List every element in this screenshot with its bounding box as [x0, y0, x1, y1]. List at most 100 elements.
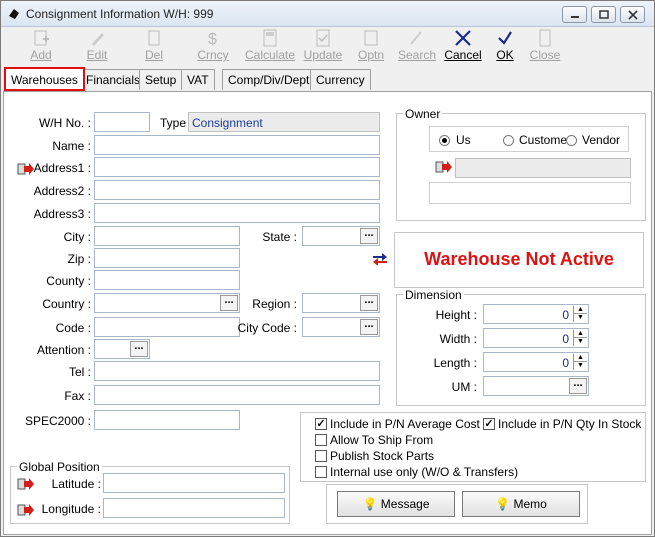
attention-field[interactable]: ...	[94, 339, 150, 359]
country-lookup-button[interactable]: ...	[220, 295, 238, 311]
longitude-label: Longitude :	[41, 502, 101, 516]
minimize-button[interactable]	[562, 6, 587, 23]
tel-label: Tel :	[68, 365, 91, 379]
internal-use-checkbox[interactable]	[315, 466, 327, 478]
latitude-arrow-icon[interactable]	[17, 477, 35, 491]
global-position-group: Global Position Latitude : Longitude :	[10, 460, 290, 524]
ok-button[interactable]: OK	[491, 28, 519, 66]
latitude-field[interactable]	[103, 473, 285, 493]
address2-field[interactable]	[94, 180, 380, 200]
owner-title: Owner	[403, 107, 443, 121]
owner-vendor-radio[interactable]	[566, 135, 577, 146]
city-field[interactable]	[94, 226, 240, 246]
tab-setup[interactable]: Setup	[139, 69, 183, 90]
crncy-button[interactable]: $ Crncy	[191, 28, 235, 66]
address3-field[interactable]	[94, 203, 380, 223]
lightbulb-icon: 💡	[362, 497, 378, 511]
address-lookup-arrow-icon[interactable]	[17, 162, 35, 176]
maximize-button[interactable]	[591, 6, 616, 23]
swap-arrows-icon[interactable]	[371, 251, 389, 265]
address1-label: Address1 :	[33, 161, 91, 175]
allow-ship-label: Allow To Ship From	[330, 433, 434, 447]
tab-strip: Warehouses Financials Setup VAT Comp/Div…	[1, 67, 654, 91]
latitude-label: Latitude :	[51, 477, 101, 491]
avg-cost-checkbox[interactable]: ✓	[315, 418, 327, 430]
update-icon	[316, 29, 330, 47]
owner-vendor-label: Vendor	[582, 133, 621, 147]
door-icon	[539, 29, 551, 47]
message-button[interactable]: 💡 Message	[337, 491, 455, 517]
state-lookup-button[interactable]: ...	[360, 228, 378, 244]
warehouse-status: Warehouse Not Active	[394, 232, 644, 288]
city-code-field[interactable]: ...	[302, 317, 380, 337]
height-stepper[interactable]: 0 ▲ ▼	[483, 304, 589, 324]
tab-currency[interactable]: Currency	[310, 69, 371, 90]
maximize-icon	[599, 10, 609, 19]
memo-button[interactable]: 💡 Memo	[462, 491, 580, 517]
address2-label: Address2 :	[33, 184, 91, 198]
zip-field[interactable]	[94, 248, 240, 268]
longitude-field[interactable]	[103, 498, 285, 518]
optn-button[interactable]: Optn	[353, 28, 389, 66]
city-code-label: City Code :	[237, 321, 297, 335]
width-stepper[interactable]: 0 ▲ ▼	[483, 328, 589, 348]
owner-customer-radio[interactable]	[503, 135, 514, 146]
warehouses-panel: W/H No. : Type Consignment Name : Addres…	[3, 91, 652, 535]
um-field[interactable]: ...	[483, 376, 589, 396]
dimension-title: Dimension	[403, 288, 464, 302]
width-spin[interactable]: ▲ ▼	[573, 330, 587, 346]
spec2000-label: SPEC2000 :	[24, 414, 91, 428]
region-field[interactable]: ...	[302, 293, 380, 313]
longitude-arrow-icon[interactable]	[17, 503, 35, 517]
code-field[interactable]	[94, 317, 240, 337]
calculate-button[interactable]: Calculate	[244, 28, 296, 66]
length-spin[interactable]: ▲ ▼	[573, 354, 587, 370]
del-button[interactable]: Del	[134, 28, 174, 66]
add-button[interactable]: Add	[21, 28, 61, 66]
delete-icon	[148, 30, 160, 46]
search-button[interactable]: Search	[397, 28, 437, 66]
city-code-lookup-button[interactable]: ...	[360, 319, 378, 335]
dimension-group: Dimension Height : 0 ▲ ▼ Width : 0 ▲ ▼ Len…	[396, 288, 646, 406]
edit-button[interactable]: Edit	[77, 28, 117, 66]
wh-no-label: W/H No. :	[38, 116, 91, 130]
height-spin[interactable]: ▲ ▼	[573, 306, 587, 322]
name-field[interactable]	[94, 135, 380, 155]
tel-field[interactable]	[94, 361, 380, 381]
tab-warehouses[interactable]: Warehouses	[4, 67, 85, 91]
address3-label: Address3 :	[33, 207, 91, 221]
attention-lookup-button[interactable]: ...	[130, 341, 148, 357]
address1-field[interactable]	[94, 157, 380, 177]
um-lookup-button[interactable]: ...	[569, 378, 587, 394]
publish-checkbox[interactable]	[315, 450, 327, 462]
tab-financials[interactable]: Financials	[80, 69, 147, 90]
app-icon	[9, 9, 19, 19]
owner-group: Owner Us Customer Vendor	[396, 107, 646, 221]
close-window-button[interactable]	[620, 6, 645, 23]
add-icon	[34, 30, 49, 46]
title-bar: Consignment Information W/H: 999	[1, 1, 654, 27]
fax-field[interactable]	[94, 385, 380, 405]
spec2000-field[interactable]	[94, 410, 240, 430]
owner-lookup-arrow-icon[interactable]	[435, 160, 453, 174]
owner-us-radio[interactable]	[439, 135, 450, 146]
calculator-icon	[263, 29, 277, 47]
consignment-window: Consignment Information W/H: 999 Add Edi…	[0, 0, 655, 537]
owner-field[interactable]	[455, 158, 631, 178]
county-field[interactable]	[94, 270, 240, 290]
tab-vat[interactable]: VAT	[181, 69, 215, 90]
allow-ship-checkbox[interactable]	[315, 434, 327, 446]
region-lookup-button[interactable]: ...	[360, 295, 378, 311]
close-button[interactable]: Close	[527, 28, 563, 66]
cancel-button[interactable]: Cancel	[443, 28, 483, 66]
state-field[interactable]: ...	[302, 226, 380, 246]
tab-comp-div-dept[interactable]: Comp/Div/Dept	[222, 69, 316, 90]
toolbar: Add Edit Del $ Crncy Calculate Update Op…	[1, 28, 654, 66]
update-button[interactable]: Update	[301, 28, 345, 66]
state-label: State :	[262, 230, 297, 244]
wh-no-field[interactable]	[94, 112, 150, 132]
length-stepper[interactable]: 0 ▲ ▼	[483, 352, 589, 372]
qty-in-stock-checkbox[interactable]: ✓	[483, 418, 495, 430]
country-field[interactable]: ...	[94, 293, 240, 313]
avg-cost-label: Include in P/N Average Cost	[330, 417, 480, 431]
